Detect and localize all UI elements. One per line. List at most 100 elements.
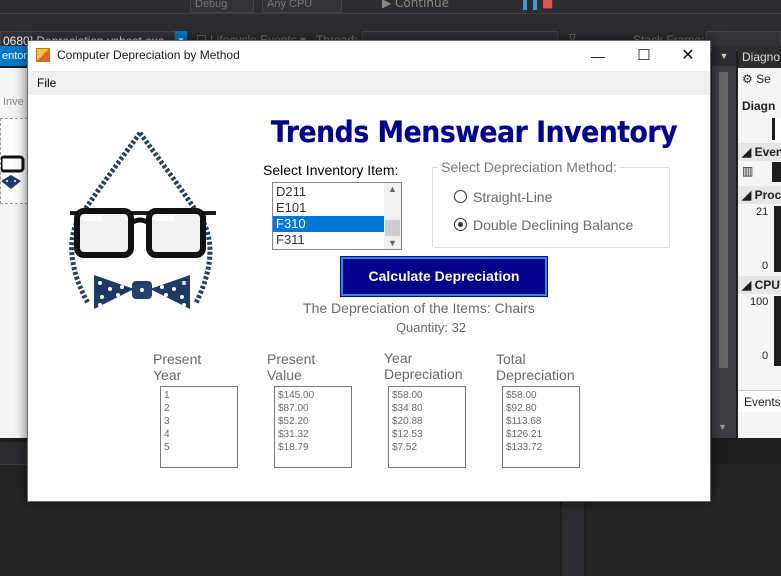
close-button[interactable]: ✕ xyxy=(665,41,711,71)
app-icon[interactable] xyxy=(36,48,50,62)
scroll-down-icon[interactable]: ▼ xyxy=(388,238,397,248)
title-bar[interactable]: Computer Depreciation by Method — ☐ ✕ xyxy=(28,41,710,71)
year-depreciation-header-line2: Depreciation xyxy=(384,366,463,382)
calculate-button[interactable]: Calculate Depreciation xyxy=(340,256,548,297)
present-year-listbox[interactable]: 1 2 3 4 5 xyxy=(160,386,238,468)
pause-icon[interactable]: ❚❚ xyxy=(520,0,540,12)
present-year-header-line1: Present xyxy=(153,351,202,367)
list-item[interactable]: $87.00 xyxy=(278,402,348,415)
quantity-text: Quantity: 32 xyxy=(395,320,467,335)
total-depreciation-header-line1: Total xyxy=(496,351,526,367)
vs-debug-location-toolbar: 0680] Depreciation.vshost.exe ▼ ☐ Lifecy… xyxy=(0,14,781,51)
list-item[interactable]: $12.53 xyxy=(392,428,462,441)
total-depreciation-header-line2: Depreciation xyxy=(496,367,575,383)
events-section-label: Even xyxy=(754,145,781,159)
list-item[interactable]: $34.80 xyxy=(392,402,462,415)
straight-line-radio[interactable] xyxy=(454,190,467,203)
list-item[interactable]: $133.72 xyxy=(506,441,576,454)
list-item[interactable]: E101 xyxy=(273,200,385,216)
stop-icon[interactable]: ■ xyxy=(542,0,553,12)
double-declining-label[interactable]: Double Declining Balance xyxy=(473,217,633,233)
list-item[interactable]: $52.20 xyxy=(278,415,348,428)
inventory-listbox[interactable]: D211 E101 F310 F311 ▲ ▼ xyxy=(272,182,402,250)
list-item[interactable]: $7.52 xyxy=(392,441,462,454)
year-depreciation-listbox[interactable]: $58.00 $34.80 $20.88 $12.53 $7.52 xyxy=(388,386,466,468)
menu-file[interactable]: File xyxy=(37,76,56,90)
year-depreciation-header: Year Depreciation xyxy=(384,350,463,382)
continue-button[interactable]: ▶ Continue xyxy=(382,0,449,12)
minimize-button[interactable]: — xyxy=(575,41,621,71)
diagnostic-tools-title: Diagno xyxy=(738,46,781,68)
process-section-label: Proc xyxy=(754,188,781,202)
designer-title-fragment: Inve xyxy=(3,96,24,108)
list-item[interactable]: 4 xyxy=(164,428,234,441)
scroll-up-icon[interactable]: ▲ xyxy=(388,184,397,194)
form-heading: Trends Menswear Inventory xyxy=(271,115,678,149)
method-groupbox xyxy=(432,167,670,248)
menu-bar: File xyxy=(28,71,710,95)
depreciation-item-text: The Depreciation of the Items: Chairs xyxy=(303,300,535,316)
present-value-header: Present Value xyxy=(267,351,315,383)
left-document-tab[interactable]: entory xyxy=(0,46,28,66)
present-year-header-line2: Year xyxy=(153,367,182,383)
list-item[interactable]: D211 xyxy=(273,184,385,200)
list-item[interactable]: $92.80 xyxy=(506,402,576,415)
list-item[interactable]: 1 xyxy=(164,389,234,402)
list-item[interactable]: $126.21 xyxy=(506,428,576,441)
process-memory-min: 0 xyxy=(762,260,769,272)
scrollbar-thumb[interactable] xyxy=(385,220,400,236)
editor-scrollbar[interactable]: ▼ xyxy=(712,66,736,438)
present-value-header-line2: Value xyxy=(267,367,302,383)
settings-button[interactable]: ⚙ Se xyxy=(738,72,781,86)
straight-line-label[interactable]: Straight-Line xyxy=(473,189,552,205)
app-window: Computer Depreciation by Method — ☐ ✕ Fi… xyxy=(27,40,711,502)
events-section-header[interactable]: ◢ Even xyxy=(738,143,781,161)
list-item[interactable]: $58.00 xyxy=(392,389,462,402)
settings-label: Se xyxy=(756,72,771,86)
total-depreciation-listbox[interactable]: $58.00 $92.80 $113.68 $126.21 $133.72 xyxy=(502,386,580,468)
present-year-header: Present Year xyxy=(153,351,201,383)
scroll-down-icon[interactable]: ▼ xyxy=(718,422,727,432)
total-depreciation-header: Total Depreciation xyxy=(496,351,575,383)
diagnostics-session-label: Diagn xyxy=(742,99,776,113)
gear-icon: ⚙ xyxy=(742,72,757,86)
form-client-area: Trends Menswear Inventory Select Invento… xyxy=(28,95,710,501)
glasses-bowtie-picture xyxy=(69,131,216,309)
events-graph xyxy=(772,162,781,182)
collapse-icon: ◢ xyxy=(742,188,755,202)
listbox-scrollbar[interactable]: ▲ ▼ xyxy=(384,183,401,249)
cpu-section-header[interactable]: ◢ CPU xyxy=(738,276,781,294)
double-declining-radio[interactable] xyxy=(454,218,467,231)
list-item[interactable]: $145.00 xyxy=(278,389,348,402)
year-depreciation-header-line1: Year xyxy=(384,350,413,366)
list-item[interactable]: $20.88 xyxy=(392,415,462,428)
method-group-label: Select Depreciation Method: xyxy=(438,159,620,175)
events-tab[interactable]: Events xyxy=(738,390,781,412)
cpu-min: 0 xyxy=(762,350,769,362)
list-item[interactable]: $18.79 xyxy=(278,441,348,454)
list-item[interactable]: F311 xyxy=(273,232,385,248)
solution-platform-combo[interactable]: Any CPU xyxy=(262,0,342,13)
cpu-section-label: CPU xyxy=(754,278,780,292)
play-icon: ▶ xyxy=(382,0,396,10)
list-item[interactable]: $58.00 xyxy=(506,389,576,402)
list-item[interactable]: 2 xyxy=(164,402,234,415)
list-item[interactable]: 3 xyxy=(164,415,234,428)
process-memory-max: 21 xyxy=(756,206,769,218)
chevron-down-icon[interactable]: ▼ xyxy=(712,46,736,66)
maximize-button[interactable]: ☐ xyxy=(621,41,667,71)
collapse-icon: ◢ xyxy=(742,278,755,292)
process-memory-section-header[interactable]: ◢ Proc xyxy=(738,186,781,204)
process-memory-graph xyxy=(774,206,781,272)
list-item[interactable]: $31.32 xyxy=(278,428,348,441)
select-item-label: Select Inventory Item: xyxy=(263,162,399,178)
continue-label: Continue xyxy=(395,0,450,10)
present-value-listbox[interactable]: $145.00 $87.00 $52.20 $31.32 $18.79 xyxy=(274,386,352,468)
window-title: Computer Depreciation by Method xyxy=(57,48,240,62)
collapse-icon: ◢ xyxy=(742,145,755,159)
list-item[interactable]: 5 xyxy=(164,441,234,454)
solution-config-combo[interactable]: Debug xyxy=(190,0,254,13)
list-item[interactable]: $113.68 xyxy=(506,415,576,428)
diagnostic-tools-panel: Diagno ⚙ Se Diagn ◢ Even ▥ ◢ Proc 21 0 ◢… xyxy=(738,46,781,438)
list-item-selected[interactable]: F310 xyxy=(273,216,385,232)
